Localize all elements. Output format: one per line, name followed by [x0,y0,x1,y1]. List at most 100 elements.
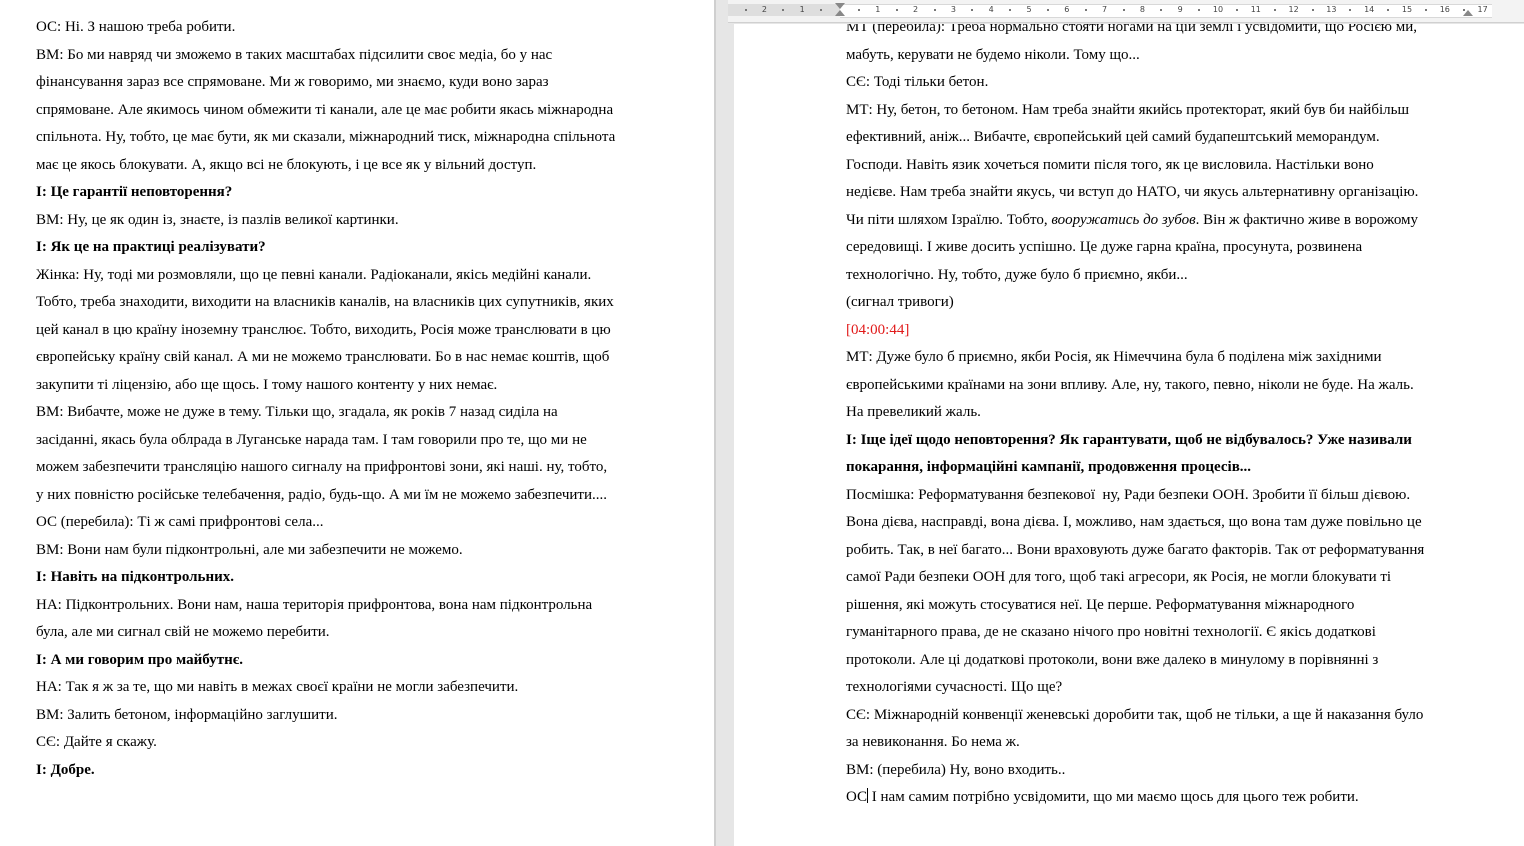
paragraph-line[interactable]: І: Навіть на підконтрольних. [36,564,686,592]
document-page-right[interactable]: МТ (перебила): Треба нормально стояти но… [734,24,1524,846]
paragraph-text: Чи піти шляхом Ізраїлю. Тобто, [846,211,1052,228]
paragraph-line[interactable]: Господи. Навіть язик хочеться помити піс… [846,152,1486,180]
paragraph-line[interactable]: ВМ: (перебила) Ну, воно входить.. [846,757,1486,785]
paragraph-line[interactable]: На превеликий жаль. [846,399,1486,427]
ruler-tick [1311,9,1314,11]
paragraph-line[interactable]: покарання, інформаційні кампанії, продов… [846,454,1486,482]
paragraph-line[interactable]: технологічно. Ну, тобто, дуже було б при… [846,262,1486,290]
hanging-indent-marker[interactable] [835,10,845,16]
paragraph-text: була, але ми сигнал свій не можемо переб… [36,624,330,640]
page-text-left[interactable]: ОС: Ні. З нашою треба робити. ВМ: Бо ми н… [36,14,686,784]
paragraph-line[interactable]: СЄ: Міжнародній конвенції женевські доро… [846,702,1486,730]
paragraph-text: середовищі. І живе досить успішно. Це ду… [846,239,1363,255]
paragraph-line[interactable]: засіданні, якась була облрада в Луганськ… [36,427,686,455]
paragraph-text: європейську країну свій канал. А ми не м… [36,349,610,365]
paragraph-line[interactable]: протоколи. Але ці додаткові протоколи, в… [846,647,1486,675]
paragraph-text: Господи. Навіть язик хочеться помити піс… [846,156,1374,173]
paragraph-line[interactable]: ОС І нам самим потрібно усвідомити, що м… [846,784,1486,812]
paragraph-text: Посмішка: Реформатування безпекової ну, … [846,486,1411,503]
paragraph-line[interactable]: Жінка: Ну, тоді ми розмовляли, що це пев… [36,262,686,290]
paragraph-line[interactable]: МТ (перебила): Треба нормально стояти но… [846,24,1486,42]
paragraph-line[interactable]: технологіями сучасності. Що ще? [846,674,1486,702]
paragraph-line[interactable]: СЄ: Дайте я скажу. [36,729,686,757]
paragraph-line[interactable]: Вона дієва, насправді, вона дієва. І, мо… [846,509,1486,537]
paragraph-line[interactable]: спрямоване. Але якимось чином обмежити т… [36,97,686,125]
paragraph-line[interactable]: можем забезпечити трансляцію нашого сигн… [36,454,686,482]
paragraph-text: технологічно. Ну, тобто, дуже було б при… [846,266,1188,283]
paragraph-line[interactable]: фінансування зараз все спрямоване. Ми ж … [36,69,686,97]
paragraph-line[interactable]: середовищі. І живе досить успішно. Це ду… [846,234,1486,262]
paragraph-line[interactable]: європейську країну свій канал. А ми не м… [36,344,686,372]
ruler-number: 17 [1477,5,1488,14]
ruler-tick [1424,9,1427,11]
paragraph-text: за невиконання. Бо нема ж. [846,734,1020,750]
paragraph-line[interactable]: НА: Підконтрольних. Вони нам, наша терит… [36,592,686,620]
paragraph-line[interactable]: ВМ: Вибачте, може не дуже в тему. Тільки… [36,399,686,427]
paragraph-line[interactable]: Чи піти шляхом Ізраїлю. Тобто, вооружати… [846,207,1486,235]
paragraph-line[interactable]: гуманітарного права, де не сказано нічог… [846,619,1486,647]
paragraph-text: протоколи. Але ці додаткові протоколи, в… [846,651,1379,668]
paragraph-line[interactable]: недієве. Нам треба знайти якусь, чи всту… [846,179,1486,207]
paragraph-line[interactable]: ОС: Ні. З нашою треба робити. [36,14,686,42]
paragraph-line[interactable]: спільнота. Ну, тобто, це має бути, як ми… [36,124,686,152]
paragraph-line[interactable]: закупити ті ліцензію, або ще щось. І том… [36,372,686,400]
paragraph-text: І: Це гарантії неповторення? [36,184,233,200]
ruler-tick [1387,9,1390,11]
ruler-tick [1046,9,1049,11]
ruler-tick [1273,9,1276,11]
paragraph-line[interactable]: СЄ: Тоді тільки бетон. [846,69,1486,97]
ruler-tick [1084,9,1087,11]
paragraph-line[interactable]: І: А ми говорим про майбутнє. [36,647,686,675]
ruler-tick [1462,9,1465,11]
paragraph-line[interactable]: європейськими країнами на зони впливу. А… [846,372,1486,400]
ruler-tick [1349,9,1352,11]
paragraph-line[interactable]: І: Це гарантії неповторення? [36,179,686,207]
paragraph-text: І: А ми говорим про майбутнє. [36,651,243,668]
paragraph-line[interactable]: ефективний, аніж... Вибачте, європейськи… [846,124,1486,152]
paragraph-text: МТ: Дуже було б приємно, якби Росія, як … [846,349,1382,365]
document-page-left[interactable]: ОС: Ні. З нашою треба робити. ВМ: Бо ми н… [0,0,714,846]
paragraph-line[interactable]: І: Іще ідеї щодо неповторення? Як гарант… [846,427,1486,455]
paragraph-text: І: Навіть на підконтрольних. [36,569,235,585]
paragraph-line[interactable]: ВМ: Бо ми навряд чи зможемо в таких масш… [36,42,686,70]
paragraph-line[interactable]: [04:00:44] [846,317,1486,345]
paragraph-line[interactable]: у них повністю російське телебачення, ра… [36,482,686,510]
paragraph-line[interactable]: І: Добре. [36,757,686,785]
paragraph-line[interactable]: (сигнал тривоги) [846,289,1486,317]
paragraph-line[interactable]: за невиконання. Бо нема ж. [846,729,1486,757]
first-line-indent-marker[interactable] [835,3,845,9]
paragraph-text: СЄ: Дайте я скажу. [36,734,157,750]
paragraph-line[interactable]: І: Як це на практиці реалізувати? [36,234,686,262]
paragraph-text: ОС: Ні. З нашою треба робити. [36,19,236,35]
paragraph-text: у них повністю російське телебачення, ра… [36,486,607,503]
paragraph-line[interactable]: ВМ: Залить бетоном, інформаційно заглуши… [36,702,686,730]
ruler-number: 15 [1401,5,1413,14]
paragraph-text: (сигнал тривоги) [846,294,954,310]
horizontal-ruler[interactable]: 2 1 1 2 3 4 5 6 7 8 9 10 11 12 13 14 15 16 17 [728,0,1524,23]
ruler-tick [857,9,860,11]
paragraph-text: На превеликий жаль. [846,404,981,420]
paragraph-line[interactable]: має це якось блокувати. А, якщо всі не б… [36,152,686,180]
paragraph-italic-text: вооружатись до зубов [1051,211,1196,228]
page-text-right[interactable]: МТ (перебила): Треба нормально стояти но… [846,24,1486,812]
paragraph-line[interactable]: Тобто, треба знаходити, виходити на влас… [36,289,686,317]
ruler-text-area [840,4,1492,18]
paragraph-line[interactable]: самої Ради безпеки ООН для того, щоб так… [846,564,1486,592]
paragraph-line[interactable]: була, але ми сигнал свій не можемо переб… [36,619,686,647]
paragraph-line[interactable]: рішення, які можуть стосуватися неї. Це … [846,592,1486,620]
paragraph-text: спрямоване. Але якимось чином обмежити т… [36,101,614,118]
paragraph-text: спільнота. Ну, тобто, це має бути, як ми… [36,129,616,145]
paragraph-line[interactable]: МТ: Дуже було б приємно, якби Росія, як … [846,344,1486,372]
paragraph-line[interactable]: ВМ: Ну, це як один із, знаєте, із пазлів… [36,207,686,235]
paragraph-line[interactable]: МТ: Ну, бетон, то бетоном. Нам треба зна… [846,97,1486,125]
paragraph-text: МТ (перебила): Треба нормально стояти но… [846,24,1418,35]
paragraph-line[interactable]: ВМ: Вони нам були підконтрольні, але ми … [36,537,686,565]
ruler-tick [1122,9,1125,11]
paragraph-line[interactable]: мабуть, керувати не будемо ніколи. Тому … [846,42,1486,70]
paragraph-line[interactable]: ОС (перебила): Ті ж самі прифронтові сел… [36,509,686,537]
paragraph-line[interactable]: НА: Так я ж за те, що ми навіть в межах … [36,674,686,702]
ruler-number: 5 [1026,5,1032,14]
paragraph-line[interactable]: Посмішка: Реформатування безпекової ну, … [846,482,1486,510]
paragraph-line[interactable]: робить. Так, в неї багато... Вони врахов… [846,537,1486,565]
paragraph-line[interactable]: цей канал в цю країну іноземну транслює.… [36,317,686,345]
